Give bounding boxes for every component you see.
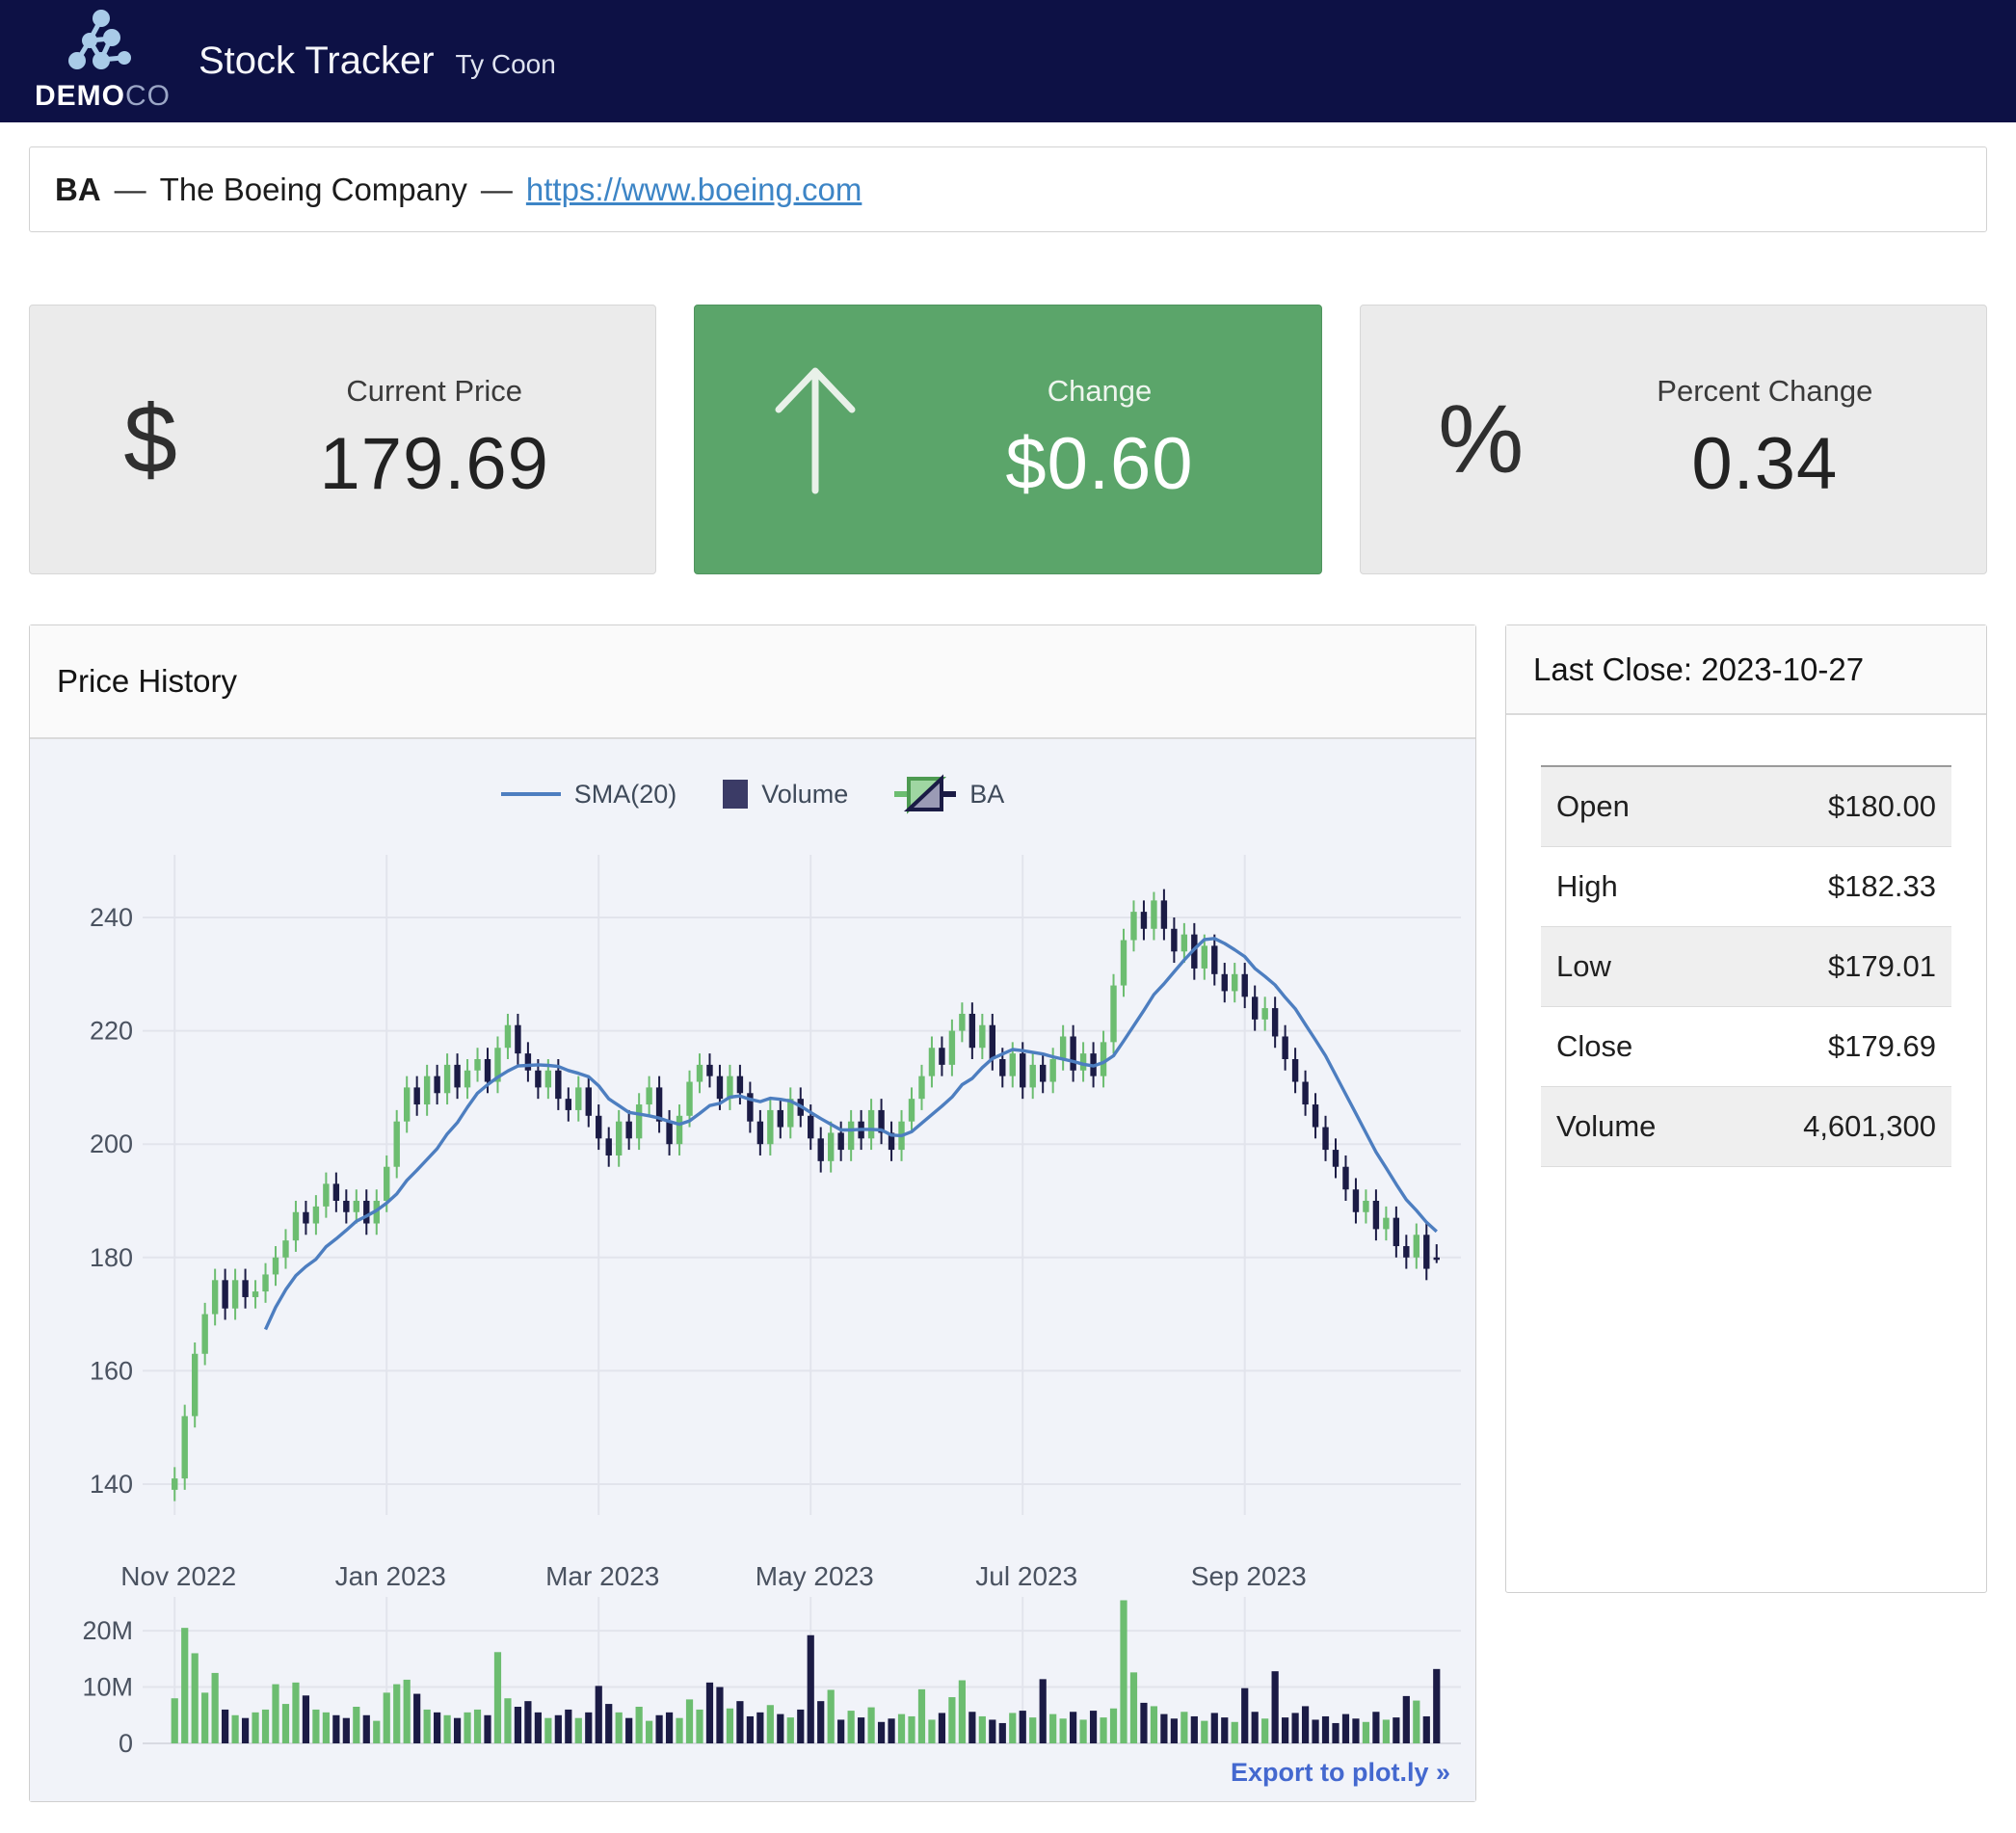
change-value: $0.60 xyxy=(907,422,1291,506)
stat-cards-row: $ Current Price 179.69 Change $0.60 % Pe… xyxy=(29,305,1987,574)
separator: — xyxy=(481,172,513,208)
separator: — xyxy=(115,172,146,208)
svg-text:Jan 2023: Jan 2023 xyxy=(335,1561,446,1591)
card-label: Percent Change xyxy=(1573,374,1957,409)
ohlc-table: Open$180.00High$182.33Low$179.01Close$17… xyxy=(1541,765,1951,1167)
app-header: DEMOCO Stock Tracker Ty Coon xyxy=(0,0,2016,122)
company-website-link[interactable]: https://www.boeing.com xyxy=(526,172,862,208)
svg-text:Jul 2023: Jul 2023 xyxy=(975,1561,1077,1591)
quote-label: Close xyxy=(1541,1007,1723,1087)
quote-value: $180.00 xyxy=(1723,766,1951,847)
quote-label: Low xyxy=(1541,927,1723,1007)
page-subtitle: Ty Coon xyxy=(456,49,556,80)
quote-value: 4,601,300 xyxy=(1723,1087,1951,1167)
quote-row-volume: Volume4,601,300 xyxy=(1541,1087,1951,1167)
svg-text:200: 200 xyxy=(90,1129,133,1158)
quote-label: Open xyxy=(1541,766,1723,847)
svg-text:10M: 10M xyxy=(82,1673,133,1702)
price-history-panel: Price History SMA(20) Volume xyxy=(29,624,1476,1802)
sma-line-swatch xyxy=(501,792,561,796)
price-history-chart-area: SMA(20) Volume BA 140160180200220240N xyxy=(30,739,1475,1801)
svg-text:Sep 2023: Sep 2023 xyxy=(1191,1561,1307,1591)
svg-text:140: 140 xyxy=(90,1470,133,1499)
price-volume-chart: 140 160 180 200 220 240 Nov 2022 Jan 2023 Mar 20… xyxy=(30,797,1475,1801)
percent-change-card: % Percent Change 0.34 xyxy=(1360,305,1987,574)
molecule-logo-icon xyxy=(51,10,144,73)
last-close-table-body: Open$180.00High$182.33Low$179.01Close$17… xyxy=(1541,766,1951,1167)
svg-text:240: 240 xyxy=(90,903,133,932)
quote-value: $179.69 xyxy=(1723,1007,1951,1087)
quote-label: High xyxy=(1541,847,1723,927)
brand-name: DEMOCO xyxy=(35,80,160,113)
svg-text:180: 180 xyxy=(90,1243,133,1272)
svg-text:220: 220 xyxy=(90,1017,133,1046)
price-history-title: Price History xyxy=(30,625,1475,739)
last-close-title: Last Close: 2023-10-27 xyxy=(1506,625,1986,715)
change-card: Change $0.60 xyxy=(694,305,1321,574)
svg-text:Nov 2022: Nov 2022 xyxy=(120,1561,236,1591)
quote-label: Volume xyxy=(1541,1087,1723,1167)
quote-row-high: High$182.33 xyxy=(1541,847,1951,927)
dollar-icon: $ xyxy=(59,385,242,495)
svg-text:160: 160 xyxy=(90,1356,133,1385)
company-name: The Boeing Company xyxy=(160,172,467,208)
last-close-panel: Last Close: 2023-10-27 Open$180.00High$1… xyxy=(1505,624,1987,1593)
card-label: Change xyxy=(907,374,1291,409)
svg-text:0: 0 xyxy=(119,1729,133,1758)
card-label: Current Price xyxy=(242,374,626,409)
quote-row-low: Low$179.01 xyxy=(1541,927,1951,1007)
brand-logo: DEMOCO xyxy=(35,10,160,113)
export-plotly-link[interactable]: Export to plot.ly » xyxy=(1231,1758,1450,1788)
arrow-up-icon xyxy=(724,356,907,523)
svg-text:Mar 2023: Mar 2023 xyxy=(545,1561,659,1591)
quote-value: $179.01 xyxy=(1723,927,1951,1007)
ticker-symbol: BA xyxy=(55,172,101,208)
percent-icon: % xyxy=(1390,385,1573,495)
quote-row-open: Open$180.00 xyxy=(1541,766,1951,847)
page-title: Stock Tracker xyxy=(199,40,435,83)
svg-text:May 2023: May 2023 xyxy=(756,1561,874,1591)
quote-value: $182.33 xyxy=(1723,847,1951,927)
svg-text:20M: 20M xyxy=(82,1616,133,1645)
quote-row-close: Close$179.69 xyxy=(1541,1007,1951,1087)
company-info-bar: BA — The Boeing Company — https://www.bo… xyxy=(29,146,1987,232)
last-close-body: Open$180.00High$182.33Low$179.01Close$17… xyxy=(1506,715,1986,1592)
current-price-card: $ Current Price 179.69 xyxy=(29,305,656,574)
percent-change-value: 0.34 xyxy=(1573,422,1957,506)
current-price-value: 179.69 xyxy=(242,422,626,506)
